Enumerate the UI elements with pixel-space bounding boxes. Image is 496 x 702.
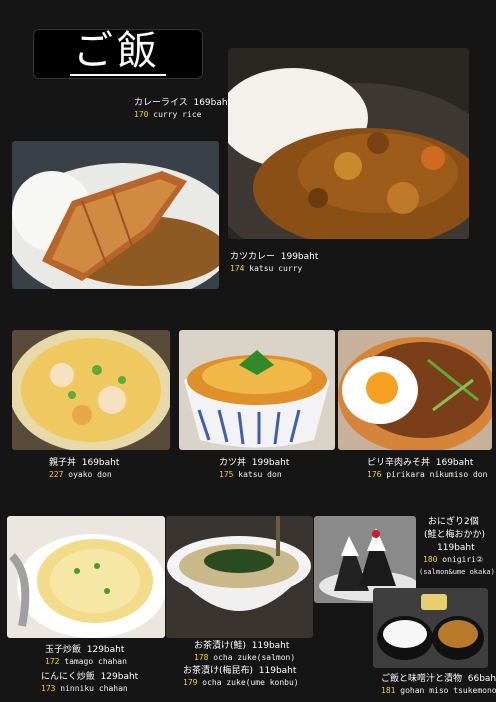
item-code-ninniku-chahan: 173 ninniku chahan bbox=[41, 684, 128, 693]
item-name-pirikara-don: ピリ辛肉みそ丼 169baht bbox=[367, 458, 474, 468]
item-name-ocha-zuke-ume: お茶漬け(梅昆布) 119baht bbox=[183, 666, 297, 676]
item-code-onigiri: 180 onigiri② bbox=[423, 555, 484, 564]
curry-rice-photo bbox=[228, 48, 469, 239]
item-name-curry-rice: カレーライス 169baht bbox=[134, 98, 232, 108]
item-code-ocha-zuke-salmon: 178 ocha zuke(salmon) bbox=[194, 653, 296, 662]
item-name-oyako-don: 親子丼 169baht bbox=[49, 458, 120, 468]
item-code-curry-rice: 170 curry rice bbox=[134, 110, 202, 119]
item-code-pirikara-don: 176 pirikara nikumiso don bbox=[367, 470, 488, 479]
oyako-don-photo bbox=[12, 330, 170, 450]
katsu-don-photo bbox=[179, 330, 335, 450]
item-code-ocha-zuke-ume: 179 ocha zuke(ume konbu) bbox=[183, 678, 299, 687]
item-name-onigiri: おにぎり2個 bbox=[428, 517, 479, 527]
item-name-onigiri-sub: (鮭と梅おかか) bbox=[424, 530, 486, 540]
pirikara-nikumiso-don-photo bbox=[338, 330, 492, 450]
item-code-oyako-don: 227 oyako don bbox=[49, 470, 112, 479]
item-name-ninniku-chahan: にんにく炒飯 129baht bbox=[41, 672, 139, 682]
tamago-chahan-photo bbox=[7, 516, 165, 638]
item-name-gohan-miso: ご飯と味噌汁と漬物 66baht bbox=[381, 674, 496, 684]
item-name-katsu-don: カツ丼 199baht bbox=[219, 458, 290, 468]
item-code-tamago-chahan: 172 tamago chahan bbox=[45, 657, 127, 666]
item-price-onigiri: 119baht bbox=[437, 543, 475, 553]
item-name-katsu-curry: カツカレー 199baht bbox=[230, 252, 319, 262]
title-underline bbox=[70, 74, 166, 76]
item-name-ocha-zuke-salmon: お茶漬け(鮭) 119baht bbox=[194, 641, 290, 651]
gohan-miso-photo bbox=[373, 588, 488, 668]
item-code-katsu-don: 175 katsu don bbox=[219, 470, 282, 479]
item-name-tamago-chahan: 玉子炒飯 129baht bbox=[45, 645, 125, 655]
katsu-curry-photo bbox=[12, 141, 219, 289]
item-romaji-onigiri-sub: (salmon&ume okaka) bbox=[419, 568, 495, 576]
page-title: ご飯 bbox=[73, 28, 161, 74]
item-code-katsu-curry: 174 katsu curry bbox=[230, 264, 303, 273]
ocha-zuke-photo bbox=[166, 516, 313, 638]
item-code-gohan-miso: 181 gohan miso tsukemono bbox=[381, 686, 496, 695]
